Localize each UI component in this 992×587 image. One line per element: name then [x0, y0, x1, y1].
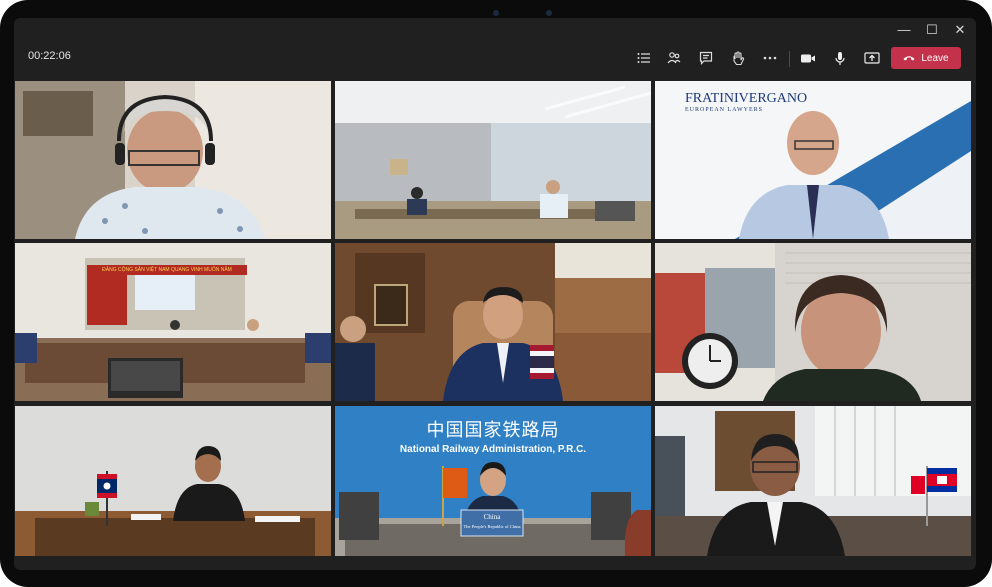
camera-dot	[493, 10, 499, 16]
title-bar: — ☐ ✕	[14, 18, 976, 42]
minimize-button[interactable]: —	[893, 21, 915, 39]
participant-video	[15, 81, 331, 239]
people-icon[interactable]	[664, 49, 684, 67]
nameplate-subtitle: The People's Republic of China	[463, 524, 521, 529]
banner-english: National Railway Administration, P.R.C.	[399, 444, 587, 455]
participant-video	[15, 406, 331, 556]
participant-tile[interactable]	[335, 81, 651, 239]
meeting-window: — ☐ ✕ 00:22:06 Leave FRATINIVERGANO EURO…	[14, 18, 976, 570]
meeting-toolbar: 00:22:06 Leave	[14, 42, 976, 74]
participant-video	[335, 81, 651, 239]
device-frame: — ☐ ✕ 00:22:06 Leave FRATINIVERGANO EURO…	[0, 0, 992, 587]
more-icon[interactable]	[760, 49, 780, 67]
participant-tile[interactable]: FRATINIVERGANO EUROPEAN LAWYERS	[655, 81, 971, 239]
wall-banner: ĐẢNG CỘNG SẢN VIỆT NAM QUANG VINH MUÔN N…	[87, 265, 247, 275]
close-button[interactable]: ✕	[949, 21, 971, 39]
share-screen-icon[interactable]	[862, 49, 882, 67]
meeting-timer: 00:22:06	[28, 50, 71, 62]
sensor-dot	[546, 10, 552, 16]
participant-tile[interactable]	[15, 406, 331, 556]
chat-icon[interactable]	[696, 49, 716, 67]
phone-hangup-icon	[903, 56, 915, 61]
participant-tile[interactable]	[655, 243, 971, 401]
participant-video	[335, 243, 651, 401]
participant-tile[interactable]: 中国国家铁路局 National Railway Administration,…	[335, 406, 651, 556]
participant-video	[655, 243, 971, 401]
leave-button[interactable]: Leave	[891, 47, 961, 69]
maximize-button[interactable]: ☐	[921, 21, 943, 39]
toolbar-divider	[789, 51, 790, 67]
participant-tile[interactable]	[15, 81, 331, 239]
participant-tile[interactable]	[335, 243, 651, 401]
nameplate-title: China	[483, 513, 501, 521]
company-logo: FRATINIVERGANO	[685, 91, 808, 106]
leave-label: Leave	[921, 52, 949, 64]
company-tagline: EUROPEAN LAWYERS	[685, 107, 764, 113]
participant-video	[655, 406, 971, 556]
list-icon[interactable]	[634, 49, 654, 67]
banner-chinese: 中国国家铁路局	[426, 420, 560, 441]
participant-tile[interactable]: ĐẢNG CỘNG SẢN VIỆT NAM QUANG VINH MUÔN N…	[15, 243, 331, 401]
raise-hand-icon[interactable]	[728, 49, 748, 67]
microphone-icon[interactable]	[830, 49, 850, 67]
participant-tile[interactable]	[655, 406, 971, 556]
camera-icon[interactable]	[798, 49, 818, 67]
